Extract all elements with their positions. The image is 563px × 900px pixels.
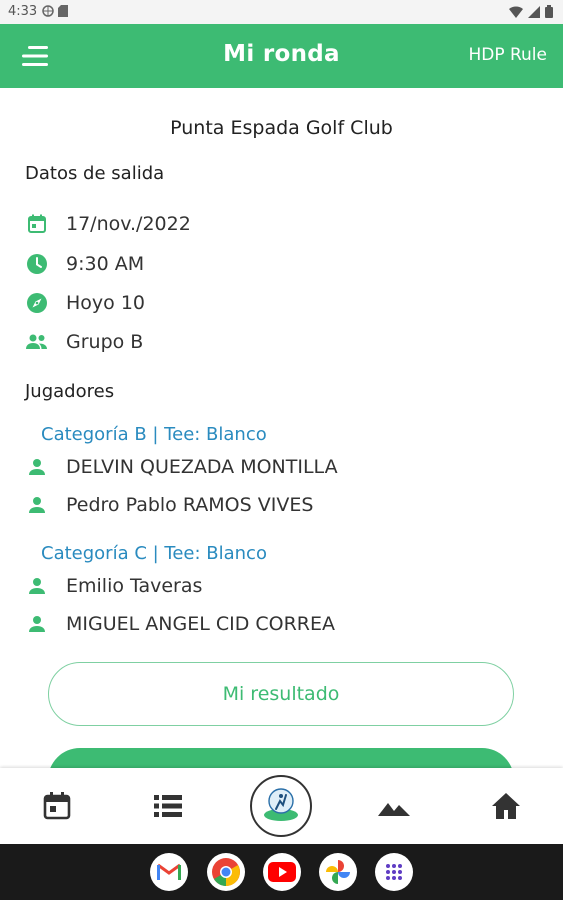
date-row: 17/nov./2022: [24, 211, 191, 237]
person-icon: [24, 492, 50, 518]
category-c-header: Categoría C | Tee: Blanco: [41, 543, 267, 564]
list-icon[interactable]: [148, 786, 188, 826]
signal-icon: [528, 5, 540, 18]
player-row[interactable]: MIGUEL ANGEL CID CORREA: [24, 611, 335, 637]
my-result-button[interactable]: Mi resultado: [48, 662, 514, 726]
group-icon: [24, 329, 50, 355]
player-name: Emilio Taveras: [66, 575, 203, 597]
chrome-icon[interactable]: [207, 853, 245, 891]
app-bar: Mi ronda HDP Rule: [0, 24, 563, 88]
time-text: 9:30 AM: [66, 253, 145, 275]
status-bar: 4:33: [0, 0, 563, 24]
bottom-navigation: [0, 768, 563, 844]
app-drawer-icon[interactable]: [375, 853, 413, 891]
battery-icon: [545, 5, 553, 18]
hole-row: Hoyo 10: [24, 290, 145, 316]
calendar-icon[interactable]: [37, 786, 77, 826]
player-name: MIGUEL ANGEL CID CORREA: [66, 613, 335, 635]
players-section-title: Jugadores: [25, 381, 115, 402]
gmail-icon[interactable]: [150, 853, 188, 891]
club-logo[interactable]: [250, 775, 312, 837]
date-text: 17/nov./2022: [66, 213, 191, 235]
my-result-label: Mi resultado: [222, 683, 340, 705]
departure-section-title: Datos de salida: [25, 163, 165, 184]
home-icon[interactable]: [486, 786, 526, 826]
player-row[interactable]: Emilio Taveras: [24, 573, 202, 599]
player-name: DELVIN QUEZADA MONTILLA: [66, 456, 338, 478]
youtube-icon[interactable]: [263, 853, 301, 891]
compass-icon: [24, 290, 50, 316]
clock-icon: [24, 251, 50, 277]
vpn-icon: [42, 5, 54, 17]
person-icon: [24, 611, 50, 637]
hole-text: Hoyo 10: [66, 292, 145, 314]
group-row: Grupo B: [24, 329, 143, 355]
calendar-icon: [24, 211, 50, 237]
player-row[interactable]: DELVIN QUEZADA MONTILLA: [24, 454, 338, 480]
sd-card-icon: [58, 5, 68, 17]
player-row[interactable]: Pedro Pablo RAMOS VIVES: [24, 492, 313, 518]
player-name: Pedro Pablo RAMOS VIVES: [66, 494, 314, 516]
time-row: 9:30 AM: [24, 251, 144, 277]
club-name: Punta Espada Golf Club: [170, 117, 393, 139]
mountain-icon[interactable]: [374, 786, 414, 826]
system-dock: [0, 844, 563, 900]
person-icon: [24, 573, 50, 599]
status-time: 4:33: [8, 4, 38, 19]
person-icon: [24, 454, 50, 480]
photos-icon[interactable]: [319, 853, 357, 891]
wifi-icon: [509, 5, 523, 18]
group-text: Grupo B: [66, 331, 144, 353]
category-b-header: Categoría B | Tee: Blanco: [41, 424, 267, 445]
hdp-rule-button[interactable]: HDP Rule: [468, 45, 547, 65]
